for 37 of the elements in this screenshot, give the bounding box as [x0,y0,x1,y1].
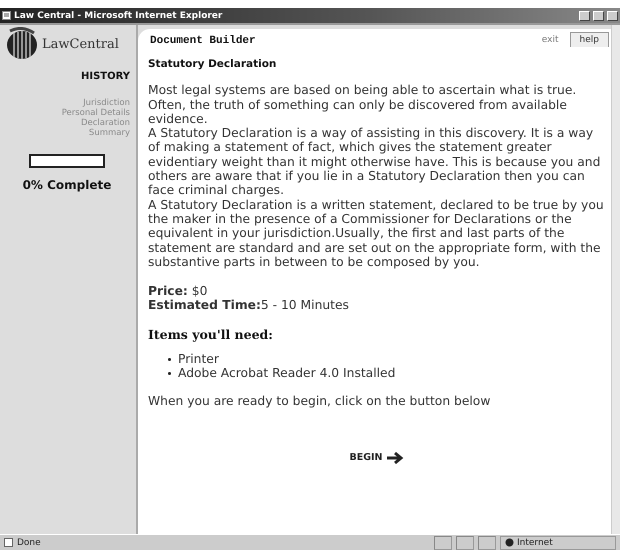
paragraph: Most legal systems are based on being able to ascertain what is true. Often, the truth of something can only be discovered from available evidence. [148,83,578,126]
history-heading: HISTORY [80,71,130,82]
panel-title: Document Builder [149,34,257,47]
paragraph: A Statutory Declaration is a way of assisting in this discovery. It is a way of making a statement of fact, which gives the statement greater evidentiary weight than it might otherwise have. This is because you and others are aware that if you lie in a Statutory Declaration then you can face criminal charges. [148,126,602,198]
history-item: Jurisdiction [83,98,130,108]
logo-text: LawCentral [42,36,119,52]
items-heading: Items you'll need: [148,326,274,342]
list-item: Printer [178,352,219,366]
price-text: Price: $0 [148,284,208,298]
ie-page-icon [2,11,11,20]
status-text: Done [17,538,42,548]
begin-button[interactable]: BEGIN [349,450,406,465]
list-item: Adobe Acrobat Reader 4.0 Installed [178,366,396,380]
history-item: Personal Details [62,108,130,118]
instruction-text: When you are ready to begin, click on the button below [148,394,492,409]
bullet-icon [168,372,171,376]
arrow-icon [386,450,406,465]
panel-tab[interactable]: exit [532,32,568,47]
progress-label: 0% Complete [22,178,112,192]
zone-text: Internet [517,538,553,548]
close-button[interactable] [607,10,618,20]
history-item: Declaration [80,118,130,128]
page-icon [4,538,13,547]
globe-logo-icon [4,27,40,61]
history-item: Summary [88,128,130,138]
estimated-time-text: Estimated Time:5 - 10 Minutes [148,298,350,313]
panel-tab[interactable]: help [570,32,609,47]
paragraph: A Statutory Declaration is a written statement, declared to be true by you the maker in the presence of a Commissioner for Declarations or the equivalent in your jurisdiction.Usually, the first and last parts of the statement are standard and are set out on the appropriate form, with the substantive parts in between to be composed by you. [148,198,605,270]
minimize-button[interactable] [579,10,590,20]
status-panel [434,536,452,550]
maximize-button[interactable] [593,10,604,20]
section-heading: Statutory Declaration [148,57,278,72]
window-title: Law Central - Microsoft Internet Explorer [14,10,224,20]
status-panel [478,536,496,550]
status-panel [456,536,474,550]
globe-icon [505,538,514,547]
bullet-icon [168,358,171,361]
